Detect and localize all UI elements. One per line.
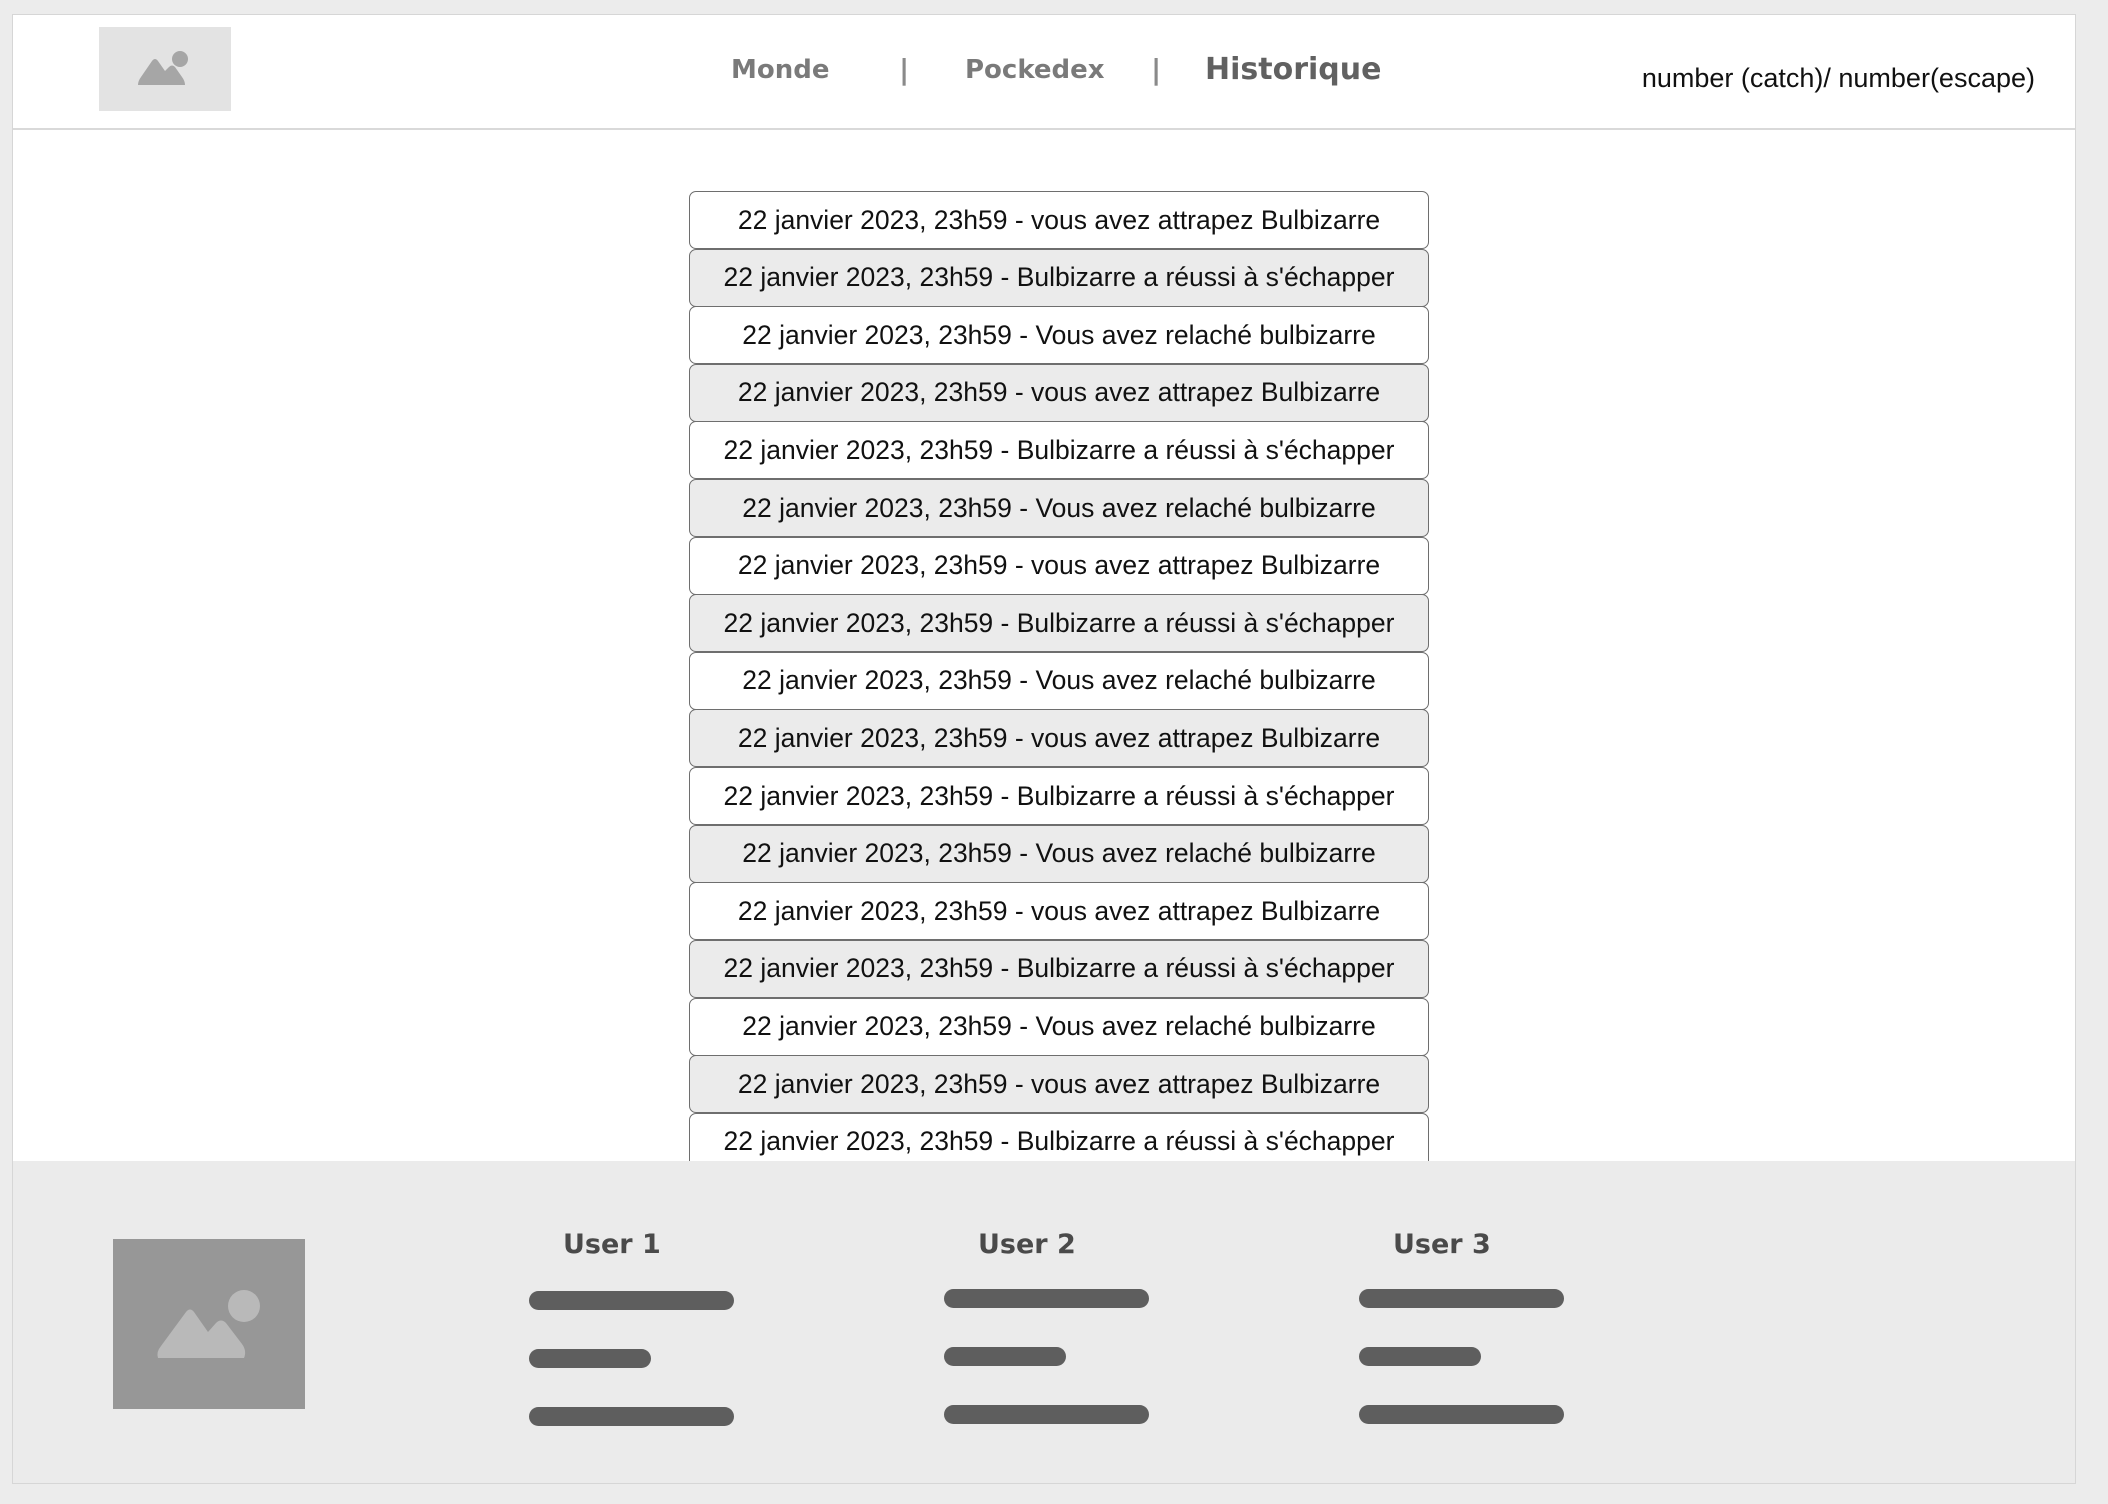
- history-item[interactable]: 22 janvier 2023, 23h59 - Bulbizarre a ré…: [689, 421, 1429, 480]
- placeholder-line: [944, 1289, 1149, 1308]
- history-item[interactable]: 22 janvier 2023, 23h59 - Bulbizarre a ré…: [689, 767, 1429, 826]
- nav-link-historique[interactable]: Historique: [1205, 52, 1381, 87]
- placeholder-line: [1359, 1289, 1564, 1308]
- history-item[interactable]: 22 janvier 2023, 23h59 - vous avez attra…: [689, 363, 1429, 422]
- user-name: User 2: [978, 1229, 1076, 1260]
- image-icon: [157, 1290, 260, 1358]
- footer-image: [113, 1239, 305, 1409]
- nav-separator: |: [1151, 53, 1162, 86]
- placeholder-line: [529, 1407, 734, 1426]
- catch-escape-counter: number (catch)/ number(escape): [1641, 63, 2035, 93]
- nav-link-monde[interactable]: Monde: [731, 55, 830, 85]
- placeholder-line: [529, 1291, 734, 1310]
- nav-link-pockedex[interactable]: Pockedex: [965, 55, 1105, 85]
- history-item[interactable]: 22 janvier 2023, 23h59 - Bulbizarre a ré…: [689, 248, 1429, 307]
- history-list[interactable]: 22 janvier 2023, 23h59 - vous avez attra…: [689, 191, 1429, 1175]
- history-item[interactable]: 22 janvier 2023, 23h59 - Vous avez relac…: [689, 651, 1429, 710]
- history-item[interactable]: 22 janvier 2023, 23h59 - Vous avez relac…: [689, 306, 1429, 365]
- placeholder-line: [1359, 1347, 1481, 1366]
- user-name: User 3: [1393, 1229, 1491, 1260]
- history-item[interactable]: 22 janvier 2023, 23h59 - Vous avez relac…: [689, 997, 1429, 1056]
- placeholder-line: [944, 1347, 1066, 1366]
- footer: User 1 User 2 User 3: [13, 1161, 2075, 1483]
- placeholder-line: [529, 1349, 651, 1368]
- placeholder-line: [944, 1405, 1149, 1424]
- history-item[interactable]: 22 janvier 2023, 23h59 - vous avez attra…: [689, 1055, 1429, 1114]
- history-item[interactable]: 22 janvier 2023, 23h59 - vous avez attra…: [689, 882, 1429, 941]
- history-item[interactable]: 22 janvier 2023, 23h59 - vous avez attra…: [689, 191, 1429, 249]
- placeholder-line: [1359, 1405, 1564, 1424]
- app-window: Monde | Pockedex | Historique number (ca…: [12, 14, 2076, 1484]
- user-name: User 1: [563, 1229, 661, 1260]
- nav-separator: |: [899, 53, 910, 86]
- header: Monde | Pockedex | Historique number (ca…: [13, 15, 2075, 130]
- history-item[interactable]: 22 janvier 2023, 23h59 - Bulbizarre a ré…: [689, 594, 1429, 653]
- history-item[interactable]: 22 janvier 2023, 23h59 - vous avez attra…: [689, 709, 1429, 768]
- history-item[interactable]: 22 janvier 2023, 23h59 - Bulbizarre a ré…: [689, 939, 1429, 998]
- history-item[interactable]: 22 janvier 2023, 23h59 - Vous avez relac…: [689, 479, 1429, 538]
- history-item[interactable]: 22 janvier 2023, 23h59 - vous avez attra…: [689, 536, 1429, 595]
- history-item[interactable]: 22 janvier 2023, 23h59 - Vous avez relac…: [689, 824, 1429, 883]
